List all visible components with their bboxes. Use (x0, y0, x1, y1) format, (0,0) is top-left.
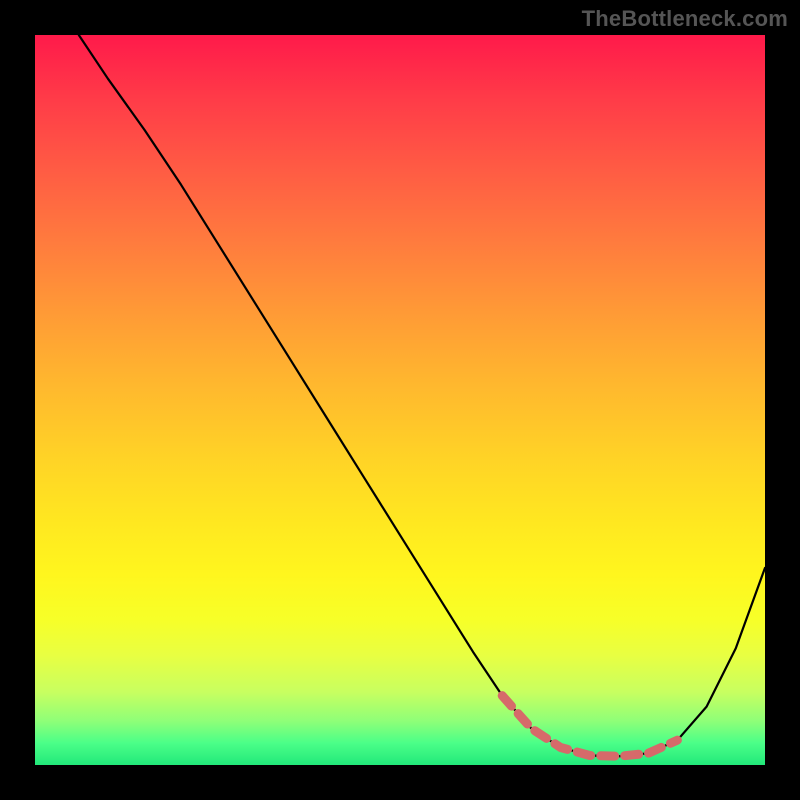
chart-svg (35, 35, 765, 765)
optimal-range-marker (502, 696, 677, 757)
watermark-text: TheBottleneck.com (582, 6, 788, 32)
bottleneck-curve (79, 35, 765, 756)
plot-area (35, 35, 765, 765)
